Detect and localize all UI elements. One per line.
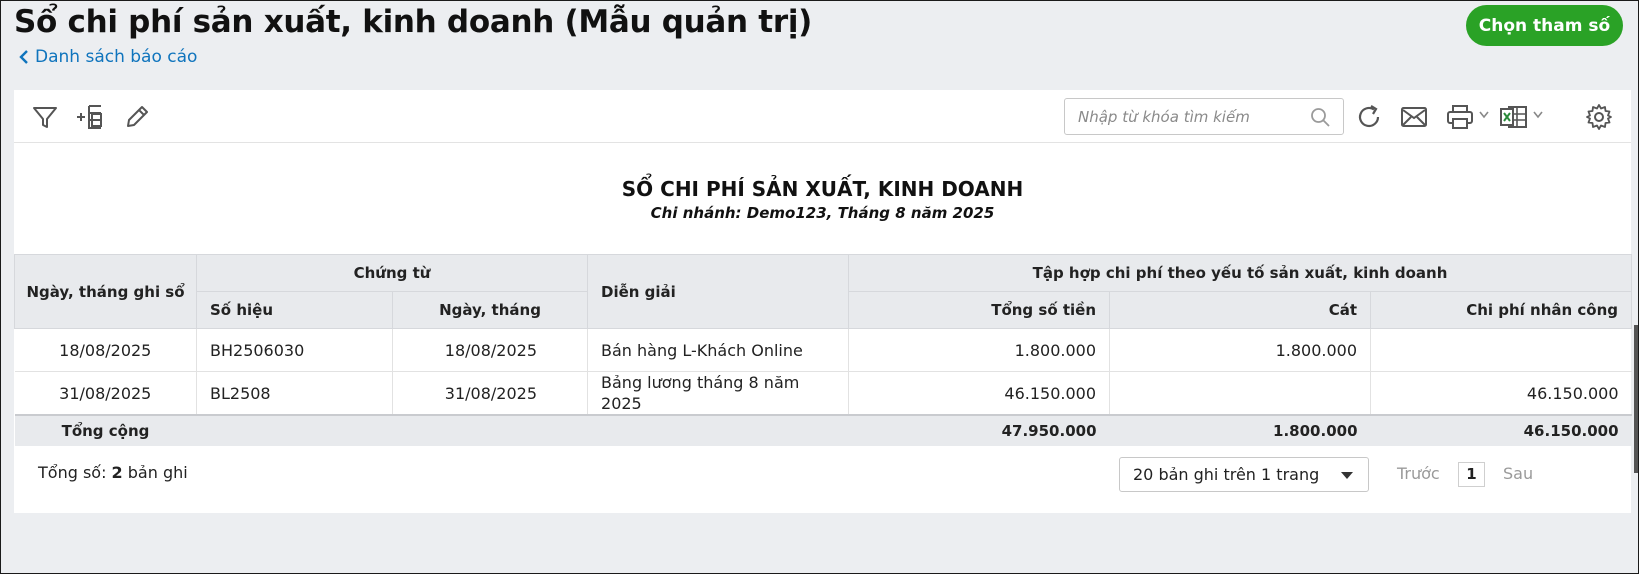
page-size-select[interactable]: 20 bản ghi trên 1 trang: [1119, 457, 1369, 492]
caret-down-icon: [1341, 472, 1353, 479]
header-labor: Chi phí nhân công: [1370, 291, 1633, 329]
excel-icon[interactable]: [1499, 102, 1529, 132]
report-panel: SỔ CHI PHÍ SẢN XUẤT, KINH DOANH Chi nhán…: [14, 90, 1633, 513]
chevron-left-icon: [19, 50, 28, 64]
report-table: Ngày, tháng ghi sổ Chứng từ Diễn giải Tậ…: [14, 254, 1633, 446]
table-row: 31/08/2025 BL2508 31/08/2025 Bảng lương …: [14, 371, 1632, 416]
cell-sand: 1.800.000: [1109, 328, 1372, 372]
record-count: Tổng số: 2 bản ghi: [38, 463, 188, 482]
totals-total: 47.950.000: [848, 414, 1110, 446]
report-title: SỔ CHI PHÍ SẢN XUẤT, KINH DOANH: [621, 177, 1024, 201]
cell-voucher-date: 31/08/2025: [392, 371, 589, 416]
cell-sand: [1109, 371, 1372, 416]
header-description: Diễn giải: [587, 254, 850, 329]
search-box: [1064, 98, 1344, 135]
page-title: Sổ chi phí sản xuất, kinh doanh (Mẫu quả…: [14, 4, 813, 40]
settings-icon[interactable]: [1584, 102, 1614, 132]
totals-sand: 1.800.000: [1109, 414, 1371, 446]
cell-labor: [1370, 328, 1632, 372]
report-header: SỔ CHI PHÍ SẢN XUẤT, KINH DOANH Chi nhán…: [14, 143, 1631, 254]
back-link[interactable]: Danh sách báo cáo: [18, 47, 197, 67]
report-subtitle: Chi nhánh: Demo123, Tháng 8 năm 2025: [650, 204, 995, 222]
edit-icon[interactable]: [122, 102, 152, 132]
pagination-page-1[interactable]: 1: [1458, 462, 1485, 487]
excel-dropdown-chevron-icon[interactable]: [1533, 111, 1543, 119]
header-sand: Cát: [1109, 291, 1372, 329]
search-icon[interactable]: [1310, 107, 1331, 128]
print-icon[interactable]: [1445, 102, 1475, 132]
add-column-icon[interactable]: [75, 102, 105, 132]
filter-icon[interactable]: [30, 102, 60, 132]
search-input[interactable]: [1065, 99, 1300, 134]
cell-date-recorded: 18/08/2025: [14, 328, 197, 372]
email-icon[interactable]: [1399, 102, 1429, 132]
pagination-next[interactable]: Sau: [1503, 464, 1533, 483]
header-cost-group: Tập hợp chi phí theo yếu tố sản xuất, ki…: [848, 254, 1633, 292]
cell-voucher-no-link[interactable]: BH2506030: [196, 328, 393, 372]
cell-description: Bảng lương tháng 8 năm 2025: [587, 371, 850, 416]
header-voucher-date: Ngày, tháng: [391, 291, 589, 329]
pagination-prev[interactable]: Trước: [1397, 464, 1440, 483]
cell-voucher-no-link[interactable]: BL2508: [196, 371, 393, 416]
table-row: 18/08/2025 BH2506030 18/08/2025 Bán hàng…: [14, 328, 1632, 372]
header-date-recorded: Ngày, tháng ghi sổ: [14, 254, 197, 329]
scrollbar[interactable]: [1634, 325, 1638, 473]
cell-voucher-date: 18/08/2025: [392, 328, 589, 372]
print-dropdown-chevron-icon[interactable]: [1479, 111, 1489, 119]
totals-labor: 46.150.000: [1370, 414, 1632, 446]
back-link-label: Danh sách báo cáo: [35, 47, 198, 67]
choose-parameters-button[interactable]: Chọn tham số: [1466, 5, 1623, 46]
refresh-icon[interactable]: [1354, 102, 1384, 132]
totals-label: Tổng cộng: [14, 414, 197, 446]
header-voucher: Chứng từ: [195, 254, 589, 292]
header-total: Tổng số tiền: [848, 291, 1111, 329]
page-size-value: 20 bản ghi trên 1 trang: [1133, 465, 1320, 484]
cell-date-recorded: 31/08/2025: [14, 371, 197, 416]
cell-labor: 46.150.000: [1370, 371, 1632, 416]
header-voucher-no: Số hiệu: [196, 291, 393, 329]
totals-row: Tổng cộng 47.950.000 1.800.000 46.150.00…: [14, 414, 1632, 446]
cell-description: Bán hàng L-Khách Online: [587, 328, 850, 372]
table-footer: Tổng số: 2 bản ghi 20 bản ghi trên 1 tra…: [14, 446, 1631, 502]
toolbar: [14, 90, 1631, 143]
cell-total: 1.800.000: [848, 328, 1111, 372]
cell-total: 46.150.000: [848, 371, 1111, 416]
